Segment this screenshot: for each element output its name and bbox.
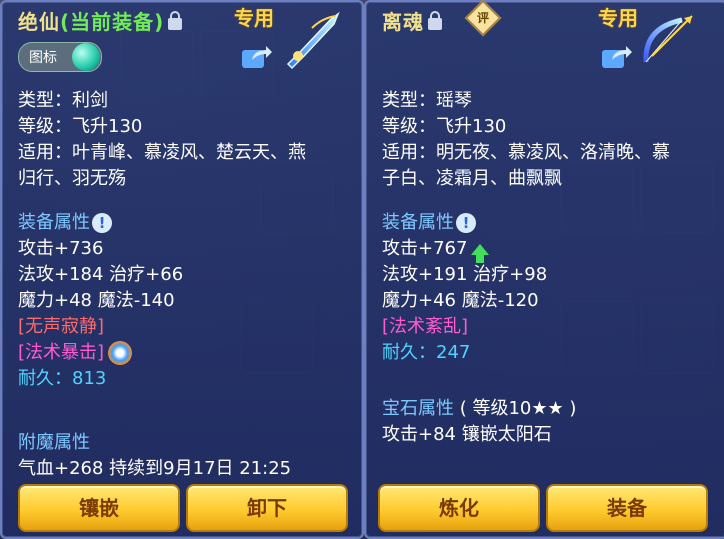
item-type: 类型：瑶琴 bbox=[382, 90, 472, 111]
refine-button[interactable]: 炼化 bbox=[378, 484, 540, 532]
share-icon[interactable] bbox=[600, 42, 632, 70]
toggle-knob bbox=[72, 43, 100, 71]
exclusive-tag: 专用 bbox=[598, 6, 638, 30]
attributes-section-title: 装备属性! bbox=[18, 210, 183, 236]
skill-chaos: [法术紊乱] bbox=[382, 316, 469, 337]
item-type: 类型：利剑 bbox=[18, 90, 108, 111]
info-icon[interactable]: ! bbox=[92, 213, 112, 233]
equipment-tooltip-current: 绝仙(当前装备) 专用 图标 类型：利剑 等级：飞升130 适用：叶青峰、慕凌风… bbox=[0, 0, 364, 539]
equipped-status: (当前装备) bbox=[60, 10, 165, 34]
durability: 耐久：813 bbox=[18, 368, 107, 389]
lock-icon[interactable] bbox=[168, 11, 183, 30]
enchant-text: 气血+268 持续到9月17日 21:25 bbox=[18, 458, 292, 479]
exclusive-tag: 专用 bbox=[234, 6, 274, 30]
attr-power-mana: 魔力+48 魔法-140 bbox=[18, 290, 175, 311]
durability: 耐久：247 bbox=[382, 342, 471, 363]
item-basic-info: 类型：利剑 等级：飞升130 适用：叶青峰、慕凌风、楚云天、燕 归行、羽无殇 bbox=[18, 88, 306, 192]
attr-magic-heal: 法攻+184 治疗+66 bbox=[18, 264, 184, 285]
item-classes-line2: 归行、羽无殇 bbox=[18, 168, 126, 189]
share-icon[interactable] bbox=[240, 42, 272, 70]
enchant-section-title: 附魔属性 bbox=[18, 432, 90, 453]
icon-toggle-label: 图标 bbox=[29, 50, 57, 66]
sword-icon bbox=[286, 11, 340, 70]
item-level: 等级：飞升130 bbox=[382, 116, 507, 137]
equipment-tooltip-compare: 离魂 评 专用 类型：瑶琴 等级：飞升130 适用：明无夜、慕凌风、洛清晚、慕 … bbox=[364, 0, 724, 539]
bow-icon bbox=[643, 15, 693, 63]
icon-toggle[interactable]: 图标 bbox=[18, 42, 102, 72]
attr-magic-heal: 法攻+191 治疗+98 bbox=[382, 264, 548, 285]
equip-button[interactable]: 装备 bbox=[546, 484, 708, 532]
enchant-attributes: 附魔属性 气血+268 持续到9月17日 21:25 bbox=[18, 430, 291, 482]
attr-power-mana: 魔力+46 魔法-120 bbox=[382, 290, 539, 311]
info-icon[interactable]: ! bbox=[456, 213, 476, 233]
equip-attributes: 装备属性! 攻击+736 法攻+184 治疗+66 魔力+48 魔法-140 [… bbox=[18, 210, 183, 392]
item-title: 绝仙(当前装备) bbox=[18, 6, 183, 35]
equip-attributes: 装备属性! 攻击+767 法攻+191 治疗+98 魔力+46 魔法-120 [… bbox=[382, 210, 547, 366]
lock-icon[interactable] bbox=[428, 11, 442, 30]
item-classes-line2: 子白、凌霜月、曲飘飘 bbox=[382, 168, 562, 189]
item-name: 离魂 bbox=[382, 10, 424, 34]
item-classes-line1: 适用：明无夜、慕凌风、洛清晚、慕 bbox=[382, 142, 670, 163]
attr-attack: 攻击+767 bbox=[382, 236, 547, 263]
item-name: 绝仙 bbox=[18, 10, 60, 34]
up-arrow-icon bbox=[471, 243, 490, 263]
gem-attributes: 宝石属性 ( 等级10★★ ) 攻击+84 镶嵌太阳石 bbox=[382, 396, 576, 448]
unequip-button[interactable]: 卸下 bbox=[186, 484, 348, 532]
evaluate-icon[interactable]: 评 bbox=[464, 0, 502, 37]
skill-crit: [法术暴击] bbox=[18, 340, 183, 366]
refresh-icon[interactable] bbox=[108, 341, 133, 365]
inlay-button[interactable]: 镶嵌 bbox=[18, 484, 180, 532]
gem-text: 攻击+84 镶嵌太阳石 bbox=[382, 424, 552, 445]
attr-attack: 攻击+736 bbox=[18, 238, 104, 259]
item-level: 等级：飞升130 bbox=[18, 116, 143, 137]
item-basic-info: 类型：瑶琴 等级：飞升130 适用：明无夜、慕凌风、洛清晚、慕 子白、凌霜月、曲… bbox=[382, 88, 670, 192]
attributes-section-title: 装备属性! bbox=[382, 210, 547, 236]
skill-silence: [无声寂静] bbox=[18, 316, 105, 337]
item-classes-line1: 适用：叶青峰、慕凌风、楚云天、燕 bbox=[18, 142, 306, 163]
gem-section-title: 宝石属性 ( 等级10★★ ) bbox=[382, 398, 577, 419]
item-title: 离魂 bbox=[382, 6, 442, 35]
